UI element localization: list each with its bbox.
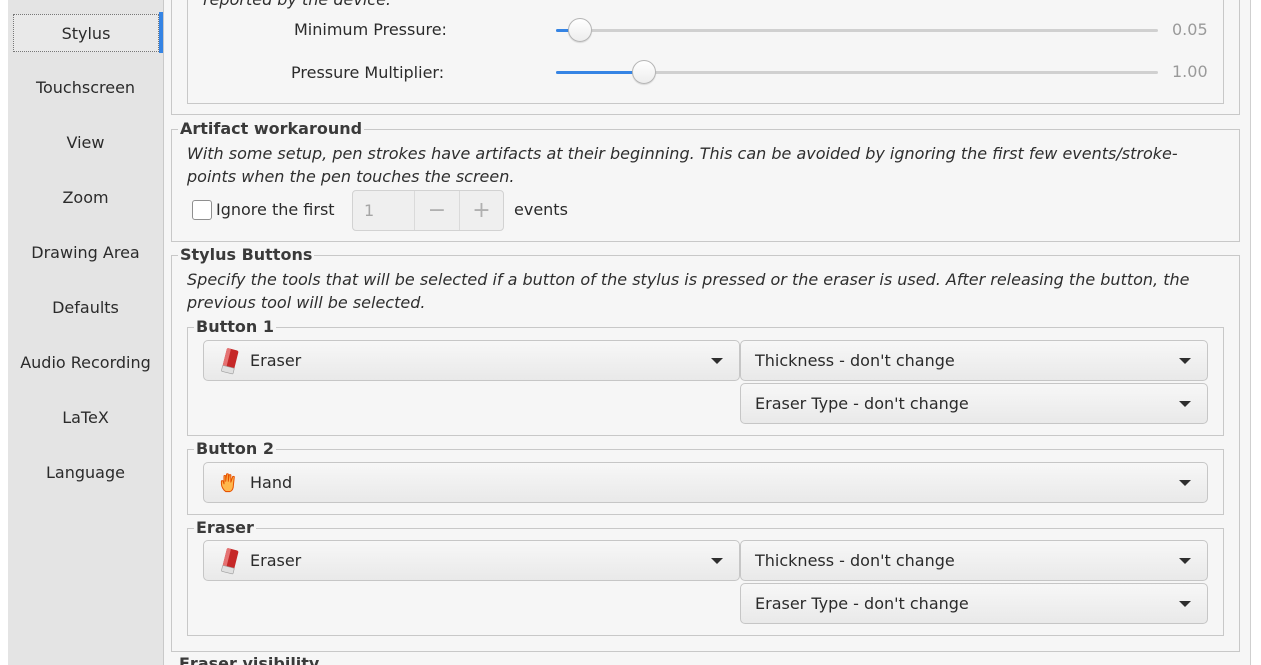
sidebar-item-label: Defaults <box>52 297 119 317</box>
button1-eraser-type-value: Eraser Type - don't change <box>755 394 969 413</box>
button2-tool-combo[interactable]: Hand <box>203 462 1208 503</box>
hand-icon <box>218 468 242 498</box>
eraser-tool-value: Eraser <box>250 551 302 570</box>
eraser-tool-combo[interactable]: Eraser <box>203 540 740 581</box>
settings-sidebar: Stylus Touchscreen View Zoom Drawing Are… <box>0 0 164 665</box>
pressure-description-cut: reported by the device. <box>203 0 391 11</box>
eraser-type-value: Eraser Type - don't change <box>755 594 969 613</box>
sidebar-item-latex[interactable]: LaTeX <box>8 398 163 436</box>
eraser-icon <box>218 346 242 376</box>
minimum-pressure-label: Minimum Pressure: <box>294 20 447 39</box>
sidebar-item-label: View <box>66 132 105 152</box>
stylus-buttons-description: Specify the tools that will be selected … <box>187 270 1190 312</box>
button1-eraser-type-combo[interactable]: Eraser Type - don't change <box>740 383 1208 424</box>
events-label: events <box>514 200 568 219</box>
sidebar-item-label: Zoom <box>62 187 109 207</box>
chevron-down-icon <box>1179 480 1191 486</box>
sidebar-item-label: Audio Recording <box>20 352 151 372</box>
sidebar-item-label: Touchscreen <box>35 77 136 97</box>
active-indicator <box>159 12 163 53</box>
chevron-down-icon <box>1179 558 1191 564</box>
minimum-pressure-knob[interactable] <box>568 18 593 42</box>
pressure-inner-frame <box>187 0 1224 104</box>
chevron-down-icon <box>1179 601 1191 607</box>
chevron-down-icon <box>711 358 723 364</box>
increment-button[interactable]: + <box>459 191 503 230</box>
chevron-down-icon <box>1179 358 1191 364</box>
chevron-down-icon <box>711 558 723 564</box>
ignore-events-input[interactable]: 1 <box>353 191 415 230</box>
eraser-visibility-title: Eraser visibility <box>177 654 322 665</box>
sidebar-item-view[interactable]: View <box>8 123 163 161</box>
minimum-pressure-value: 0.05 <box>1172 20 1208 39</box>
eraser-icon <box>218 546 242 576</box>
sidebar-item-label: Stylus <box>61 23 111 43</box>
artifact-workaround-title: Artifact workaround <box>178 119 365 139</box>
decrement-button[interactable]: − <box>415 191 459 230</box>
ignore-first-label[interactable]: Ignore the first <box>216 200 335 219</box>
chevron-down-icon <box>1179 401 1191 407</box>
eraser-thickness-value: Thickness - don't change <box>755 551 955 570</box>
button2-title: Button 2 <box>194 439 276 459</box>
button1-tool-value: Eraser <box>250 351 302 370</box>
sidebar-item-label: Drawing Area <box>31 242 140 262</box>
sidebar-item-language[interactable]: Language <box>8 453 163 491</box>
sidebar-item-label: Language <box>46 462 125 482</box>
eraser-title: Eraser <box>194 518 256 538</box>
artifact-description: With some setup, pen strokes have artifa… <box>187 144 1178 186</box>
sidebar-item-drawing-area[interactable]: Drawing Area <box>8 233 163 271</box>
sidebar-item-stylus[interactable]: Stylus <box>13 14 159 52</box>
sidebar-item-defaults[interactable]: Defaults <box>8 288 163 326</box>
sidebar-item-label: LaTeX <box>62 407 109 427</box>
eraser-type-combo[interactable]: Eraser Type - don't change <box>740 583 1208 624</box>
scrollbar-area[interactable] <box>1250 0 1261 665</box>
button1-tool-combo[interactable]: Eraser <box>203 340 740 381</box>
pressure-multiplier-fill <box>556 71 645 74</box>
button1-thickness-combo[interactable]: Thickness - don't change <box>740 340 1208 381</box>
pressure-multiplier-value: 1.00 <box>1172 62 1208 81</box>
button1-thickness-value: Thickness - don't change <box>755 351 955 370</box>
ignore-events-spinner: 1 − + <box>352 190 504 231</box>
eraser-thickness-combo[interactable]: Thickness - don't change <box>740 540 1208 581</box>
pressure-multiplier-label: Pressure Multiplier: <box>291 63 445 82</box>
sidebar-item-touchscreen[interactable]: Touchscreen <box>8 68 163 106</box>
sidebar-item-zoom[interactable]: Zoom <box>8 178 163 216</box>
minimum-pressure-slider[interactable] <box>556 29 1158 32</box>
ignore-first-checkbox[interactable] <box>192 200 212 220</box>
stylus-buttons-title: Stylus Buttons <box>178 245 315 265</box>
sidebar-item-audio-recording[interactable]: Audio Recording <box>8 343 163 381</box>
button1-title: Button 1 <box>194 317 276 337</box>
button2-tool-value: Hand <box>250 473 293 492</box>
